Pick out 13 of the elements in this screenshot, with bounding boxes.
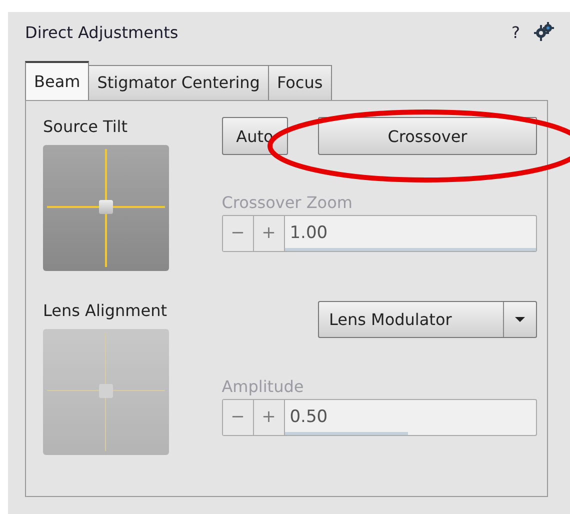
help-button[interactable]: ? (512, 22, 520, 42)
section-label: Lens Alignment (43, 301, 168, 322)
push-button[interactable]: Crossover (318, 117, 537, 155)
field-label: Amplitude (222, 377, 305, 398)
caret-icon[interactable] (515, 317, 525, 322)
tab[interactable]: Beam (25, 61, 90, 100)
field-label: Crossover Zoom (222, 193, 354, 214)
tab[interactable]: Stigmator Centering (88, 65, 269, 100)
tab[interactable]: Focus (268, 65, 332, 100)
panel-title: Direct Adjustments (25, 22, 180, 42)
settings-icon[interactable] (534, 22, 554, 42)
dropdown[interactable]: Lens Modulator (318, 301, 537, 338)
section-label: Source Tilt (43, 117, 128, 138)
